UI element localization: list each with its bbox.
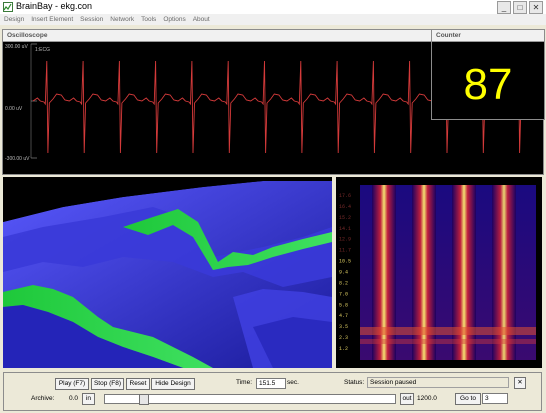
spectrogram-plot: 17.6 16.4 15.2 14.1 12.9 11.7 10.5 9.4 8.2 7.0 5.8… — [339, 185, 536, 360]
frequency-label: 17.6 — [339, 193, 351, 199]
spectrogram-panel: 17.6 16.4 15.2 14.1 12.9 11.7 10.5 9.4 8.2 7.0 5.8… — [336, 177, 542, 368]
maximize-icon[interactable]: □ — [513, 1, 527, 14]
y-axis-top-label: 300.00 uV — [5, 44, 28, 50]
control-bar: Play (F7) Stop (F8) Reset Hide Design Ti… — [3, 372, 542, 411]
menu-about[interactable]: About — [193, 14, 210, 25]
frequency-label: 8.2 — [339, 280, 348, 286]
archive-out-button[interactable]: out — [400, 393, 414, 405]
menu-design[interactable]: Design — [4, 14, 24, 25]
frequency-label: 7.0 — [339, 291, 348, 297]
frequency-label: 3.5 — [339, 324, 348, 330]
frequency-label: 12.9 — [339, 237, 351, 243]
menu-options[interactable]: Options — [163, 14, 185, 25]
title-bar: BrainBay - ekg.con _ □ ✕ — [0, 0, 546, 15]
counter-title: Counter — [432, 30, 544, 42]
time-label: Time: — [236, 379, 253, 386]
frequency-label: 15.2 — [339, 215, 351, 221]
y-axis-bottom-label: -300.00 uV — [5, 156, 30, 162]
time-field: 151.5 — [256, 378, 286, 389]
frequency-label: 11.7 — [339, 248, 351, 254]
frequency-label: 10.5 — [339, 259, 351, 265]
counter-value: 87 — [463, 60, 513, 109]
goto-button[interactable]: Go to — [455, 393, 481, 405]
archive-in-value: 0.0 — [69, 395, 79, 402]
frequency-label: 5.8 — [339, 302, 348, 308]
archive-slider-thumb[interactable] — [138, 394, 149, 405]
archive-in-button[interactable]: in — [82, 393, 95, 405]
surface-3d-view — [3, 177, 332, 368]
goto-field[interactable]: 3 — [482, 393, 508, 404]
frequency-label: 16.4 — [339, 204, 351, 210]
frequency-label: 2.3 — [339, 335, 348, 341]
y-axis-mid-label: 0.00 uV — [5, 106, 23, 112]
window-title: BrainBay - ekg.con — [16, 1, 93, 11]
frequency-label: 1.2 — [339, 346, 348, 352]
app-chart-icon — [3, 2, 13, 12]
menu-network[interactable]: Network — [110, 14, 134, 25]
reset-button[interactable]: Reset — [126, 378, 150, 390]
status-label: Status: — [344, 379, 365, 386]
hide-design-button[interactable]: Hide Design — [151, 378, 195, 390]
channel-label: 1:ECG — [35, 47, 50, 53]
archive-slider[interactable] — [104, 394, 396, 405]
status-field: Session paused — [367, 377, 509, 388]
menu-tools[interactable]: Tools — [141, 14, 156, 25]
stop-button[interactable]: Stop (F8) — [91, 378, 124, 390]
archive-out-value: 1200.0 — [417, 395, 437, 402]
close-icon[interactable]: ✕ — [529, 1, 543, 14]
frequency-label: 9.4 — [339, 270, 348, 276]
surface-3d-plot — [3, 177, 332, 368]
time-unit: sec. — [287, 379, 299, 386]
frequency-label: 14.1 — [339, 226, 351, 232]
menu-insert-element[interactable]: Insert Element — [31, 14, 73, 25]
menu-session[interactable]: Session — [80, 14, 103, 25]
menu-bar: Design Insert Element Session Network To… — [0, 14, 546, 25]
archive-label: Archive: — [31, 395, 55, 402]
frequency-label: 4.7 — [339, 313, 348, 319]
counter-panel: Counter 87 — [431, 29, 545, 120]
close-controls-icon[interactable]: ✕ — [514, 377, 526, 389]
play-button[interactable]: Play (F7) — [55, 378, 89, 390]
spectrogram-frequency-labels: 17.6 16.4 15.2 14.1 12.9 11.7 10.5 9.4 8.2 7.0 5.8… — [339, 193, 351, 352]
minimize-icon[interactable]: _ — [497, 1, 511, 14]
